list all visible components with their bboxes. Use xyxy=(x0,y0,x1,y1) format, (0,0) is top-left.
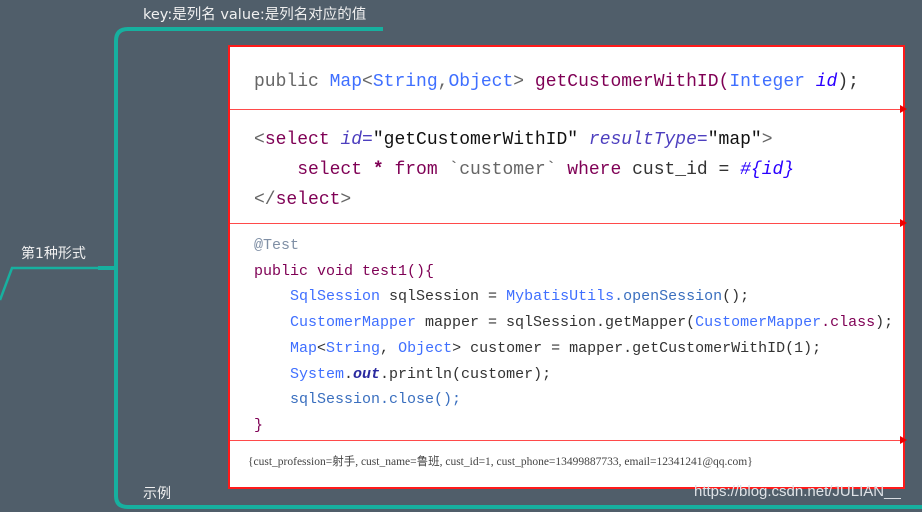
code-token: > xyxy=(761,130,773,150)
code-token: .openSession xyxy=(614,288,723,306)
code-token: . xyxy=(344,365,354,383)
code-token: Map xyxy=(329,72,363,92)
xml-mapper-code: <select id="getCustomerWithID" resultTyp… xyxy=(254,125,794,215)
code-token: "getCustomerWithID" xyxy=(372,130,589,150)
top-label: key:是列名 value:是列名对应的值 xyxy=(143,7,367,23)
code-token: * xyxy=(372,160,395,180)
code-token: where xyxy=(567,160,633,180)
code-line: System.out.println(customer); xyxy=(254,362,893,388)
code-token: "map" xyxy=(707,130,762,150)
code-line: </select> xyxy=(254,185,794,215)
code-token: Map xyxy=(254,339,318,357)
code-token: Object xyxy=(398,339,453,357)
code-token: Object xyxy=(448,72,514,92)
divider xyxy=(230,436,907,444)
branch-label: 第1种形式 xyxy=(21,246,86,262)
code-line: sqlSession.close(); xyxy=(254,387,893,413)
code-token: , xyxy=(437,72,449,92)
code-token: sqlSession xyxy=(254,391,381,409)
code-token: sqlSession = xyxy=(389,288,507,306)
code-token: .println(customer); xyxy=(380,365,552,383)
code-token: test1(){ xyxy=(362,262,435,280)
code-token: String xyxy=(326,339,381,357)
code-token: `customer` xyxy=(448,160,568,180)
code-line: select * from `customer` where cust_id =… xyxy=(254,155,794,185)
test-method-code: @Test public void test1(){ SqlSession sql… xyxy=(254,233,893,439)
code-token: String xyxy=(372,72,438,92)
code-token: > xyxy=(340,190,352,210)
code-line: } xyxy=(254,413,893,439)
code-line: Map<String, Object> customer = mapper.ge… xyxy=(254,336,893,362)
code-token: public void xyxy=(254,262,363,280)
code-token: , xyxy=(380,339,399,357)
code-token: @Test xyxy=(254,237,300,254)
code-line: CustomerMapper mapper = sqlSession.getMa… xyxy=(254,310,893,336)
code-token: } xyxy=(254,416,264,434)
code-token: Integer xyxy=(729,72,816,92)
code-token: > customer = mapper.getCustomerWithID(1)… xyxy=(452,339,822,357)
code-token: < xyxy=(254,130,265,150)
code-line: public void test1(){ xyxy=(254,259,893,285)
code-token: #{id} xyxy=(740,160,795,180)
code-token: System xyxy=(254,365,345,383)
code-token: public xyxy=(254,72,330,92)
divider xyxy=(230,219,907,227)
console-output: {cust_profession=射手, cust_name=鲁班, cust_… xyxy=(248,456,753,468)
code-token: mapper = sqlSession.getMapper( xyxy=(425,314,696,332)
code-token: SqlSession xyxy=(254,288,390,306)
code-line: public Map<String,Object> getCustomerWit… xyxy=(254,69,859,95)
code-example-image: public Map<String,Object> getCustomerWit… xyxy=(228,45,907,489)
code-token: id xyxy=(815,72,838,92)
example-label: 示例 xyxy=(143,486,171,502)
code-line: <select id="getCustomerWithID" resultTyp… xyxy=(254,125,794,155)
code-token: < xyxy=(317,339,327,357)
code-token: from xyxy=(394,160,449,180)
code-token: > xyxy=(513,72,535,92)
code-token: select xyxy=(264,130,341,150)
code-token: select xyxy=(275,190,341,210)
code-token: .class xyxy=(821,314,876,332)
method-signature: public Map<String,Object> getCustomerWit… xyxy=(254,69,859,95)
code-token: (); xyxy=(722,288,750,306)
code-token: < xyxy=(362,72,373,92)
code-token: out xyxy=(353,365,381,383)
code-token: getCustomerWithID( xyxy=(534,72,730,92)
divider xyxy=(230,105,907,113)
code-token: .close(); xyxy=(380,391,462,409)
code-line: @Test xyxy=(254,233,893,259)
code-token: id= xyxy=(340,130,373,150)
code-token: CustomerMapper xyxy=(254,314,426,332)
code-token: CustomerMapper xyxy=(695,314,822,332)
code-token: cust_id = xyxy=(632,160,741,180)
code-token: select xyxy=(254,160,373,180)
code-token: MybatisUtils xyxy=(506,288,615,306)
watermark: https://blog.csdn.net/JULIAN__ xyxy=(694,483,901,500)
code-token: </ xyxy=(254,190,276,210)
code-token: ); xyxy=(875,314,894,332)
code-token: resultType= xyxy=(588,130,708,150)
code-token: ); xyxy=(837,72,859,92)
code-line: SqlSession sqlSession = MybatisUtils.ope… xyxy=(254,284,893,310)
